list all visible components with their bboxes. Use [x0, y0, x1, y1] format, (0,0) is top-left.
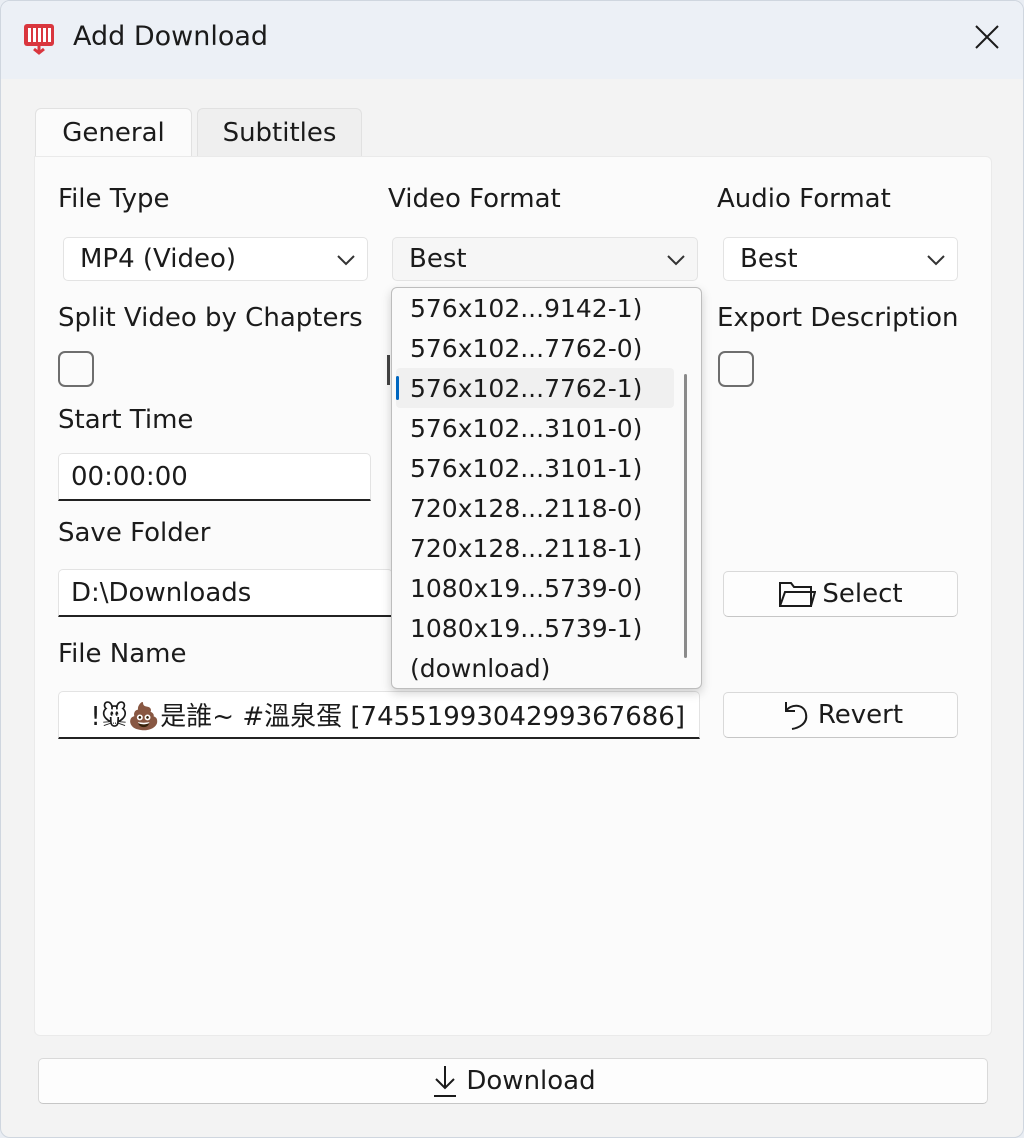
video-format-option[interactable]: (download): [396, 648, 674, 688]
video-format-label: Video Format: [388, 184, 561, 214]
file-name-input[interactable]: !🐭💩是誰~ #溫泉蛋 [7455199304299367686]: [58, 691, 700, 739]
option-label: 576x102...7762-1): [410, 373, 643, 403]
tab-subtitles[interactable]: Subtitles: [197, 108, 362, 156]
video-format-option[interactable]: 720x128...2118-1): [396, 528, 674, 568]
chevron-down-icon: [337, 255, 355, 266]
option-label: 576x102...9142-1): [410, 293, 643, 323]
video-format-option[interactable]: 720x128...2118-0): [396, 488, 674, 528]
chevron-down-icon: [927, 255, 945, 266]
close-icon: [975, 25, 999, 49]
selection-indicator: [396, 376, 399, 400]
video-format-option[interactable]: 576x102...9142-1): [396, 288, 674, 328]
file-name-label: File Name: [58, 639, 187, 669]
option-label: (download): [410, 653, 551, 683]
option-label: 576x102...3101-0): [410, 413, 643, 443]
video-format-option[interactable]: 576x102...3101-0): [396, 408, 674, 448]
video-format-option[interactable]: 576x102...7762-0): [396, 328, 674, 368]
start-time-input[interactable]: 00:00:00: [58, 453, 371, 501]
download-button[interactable]: Download: [38, 1058, 988, 1104]
audio-format-select[interactable]: Best: [723, 237, 958, 281]
tab-general-label: General: [62, 117, 165, 148]
export-description-label: Export Description: [717, 303, 959, 333]
revert-button[interactable]: Revert: [723, 692, 958, 738]
option-label: 576x102...3101-1): [410, 453, 643, 483]
video-format-option-selected[interactable]: 576x102...7762-1): [396, 368, 674, 408]
audio-format-label: Audio Format: [717, 184, 891, 214]
option-label: 720x128...2118-1): [410, 533, 643, 563]
start-time-value: 00:00:00: [71, 461, 188, 492]
save-folder-label: Save Folder: [58, 518, 211, 548]
revert-label: Revert: [817, 700, 904, 730]
video-format-option[interactable]: 1080x19...5739-1): [396, 608, 674, 648]
split-chapters-checkbox[interactable]: [58, 351, 94, 387]
add-download-window: Add Download General Subtitles File Type…: [0, 0, 1024, 1138]
option-label: 576x102...7762-0): [410, 333, 643, 363]
video-format-option[interactable]: 576x102...3101-1): [396, 448, 674, 488]
video-format-select[interactable]: Best: [392, 237, 698, 281]
file-type-value: MP4 (Video): [80, 244, 237, 274]
chevron-down-icon: [667, 255, 685, 266]
option-label: 1080x19...5739-1): [410, 613, 643, 643]
hidden-checkbox-edge: [387, 355, 390, 385]
app-logo-icon: [24, 24, 54, 55]
title-bar: Add Download: [1, 1, 1023, 79]
folder-icon: [779, 582, 817, 607]
file-type-select[interactable]: MP4 (Video): [63, 237, 368, 281]
audio-format-value: Best: [740, 244, 798, 274]
video-format-value: Best: [409, 244, 467, 274]
close-button[interactable]: [963, 15, 1011, 59]
undo-icon: [784, 702, 808, 730]
export-description-checkbox[interactable]: [718, 351, 754, 387]
select-folder-button[interactable]: Select: [723, 571, 958, 617]
tab-general[interactable]: General: [35, 108, 192, 156]
video-format-dropdown-list[interactable]: 576x102...9142-1) 576x102...7762-0) 576x…: [391, 287, 702, 689]
save-folder-input[interactable]: D:\Downloads: [58, 569, 393, 617]
split-chapters-label: Split Video by Chapters: [58, 303, 363, 333]
download-arrow-icon: [434, 1066, 457, 1097]
start-time-label: Start Time: [58, 405, 194, 435]
video-format-option[interactable]: 1080x19...5739-0): [396, 568, 674, 608]
option-label: 1080x19...5739-0): [410, 573, 643, 603]
save-folder-value: D:\Downloads: [71, 577, 252, 608]
select-folder-label: Select: [822, 579, 903, 609]
dropdown-scrollbar[interactable]: [684, 374, 687, 658]
tab-subtitles-label: Subtitles: [222, 117, 337, 148]
file-type-label: File Type: [58, 184, 170, 214]
file-name-value: !🐭💩是誰~ #溫泉蛋 [7455199304299367686]: [90, 702, 685, 732]
window-title: Add Download: [73, 21, 269, 52]
option-label: 720x128...2118-0): [410, 493, 643, 523]
download-label: Download: [466, 1066, 596, 1096]
